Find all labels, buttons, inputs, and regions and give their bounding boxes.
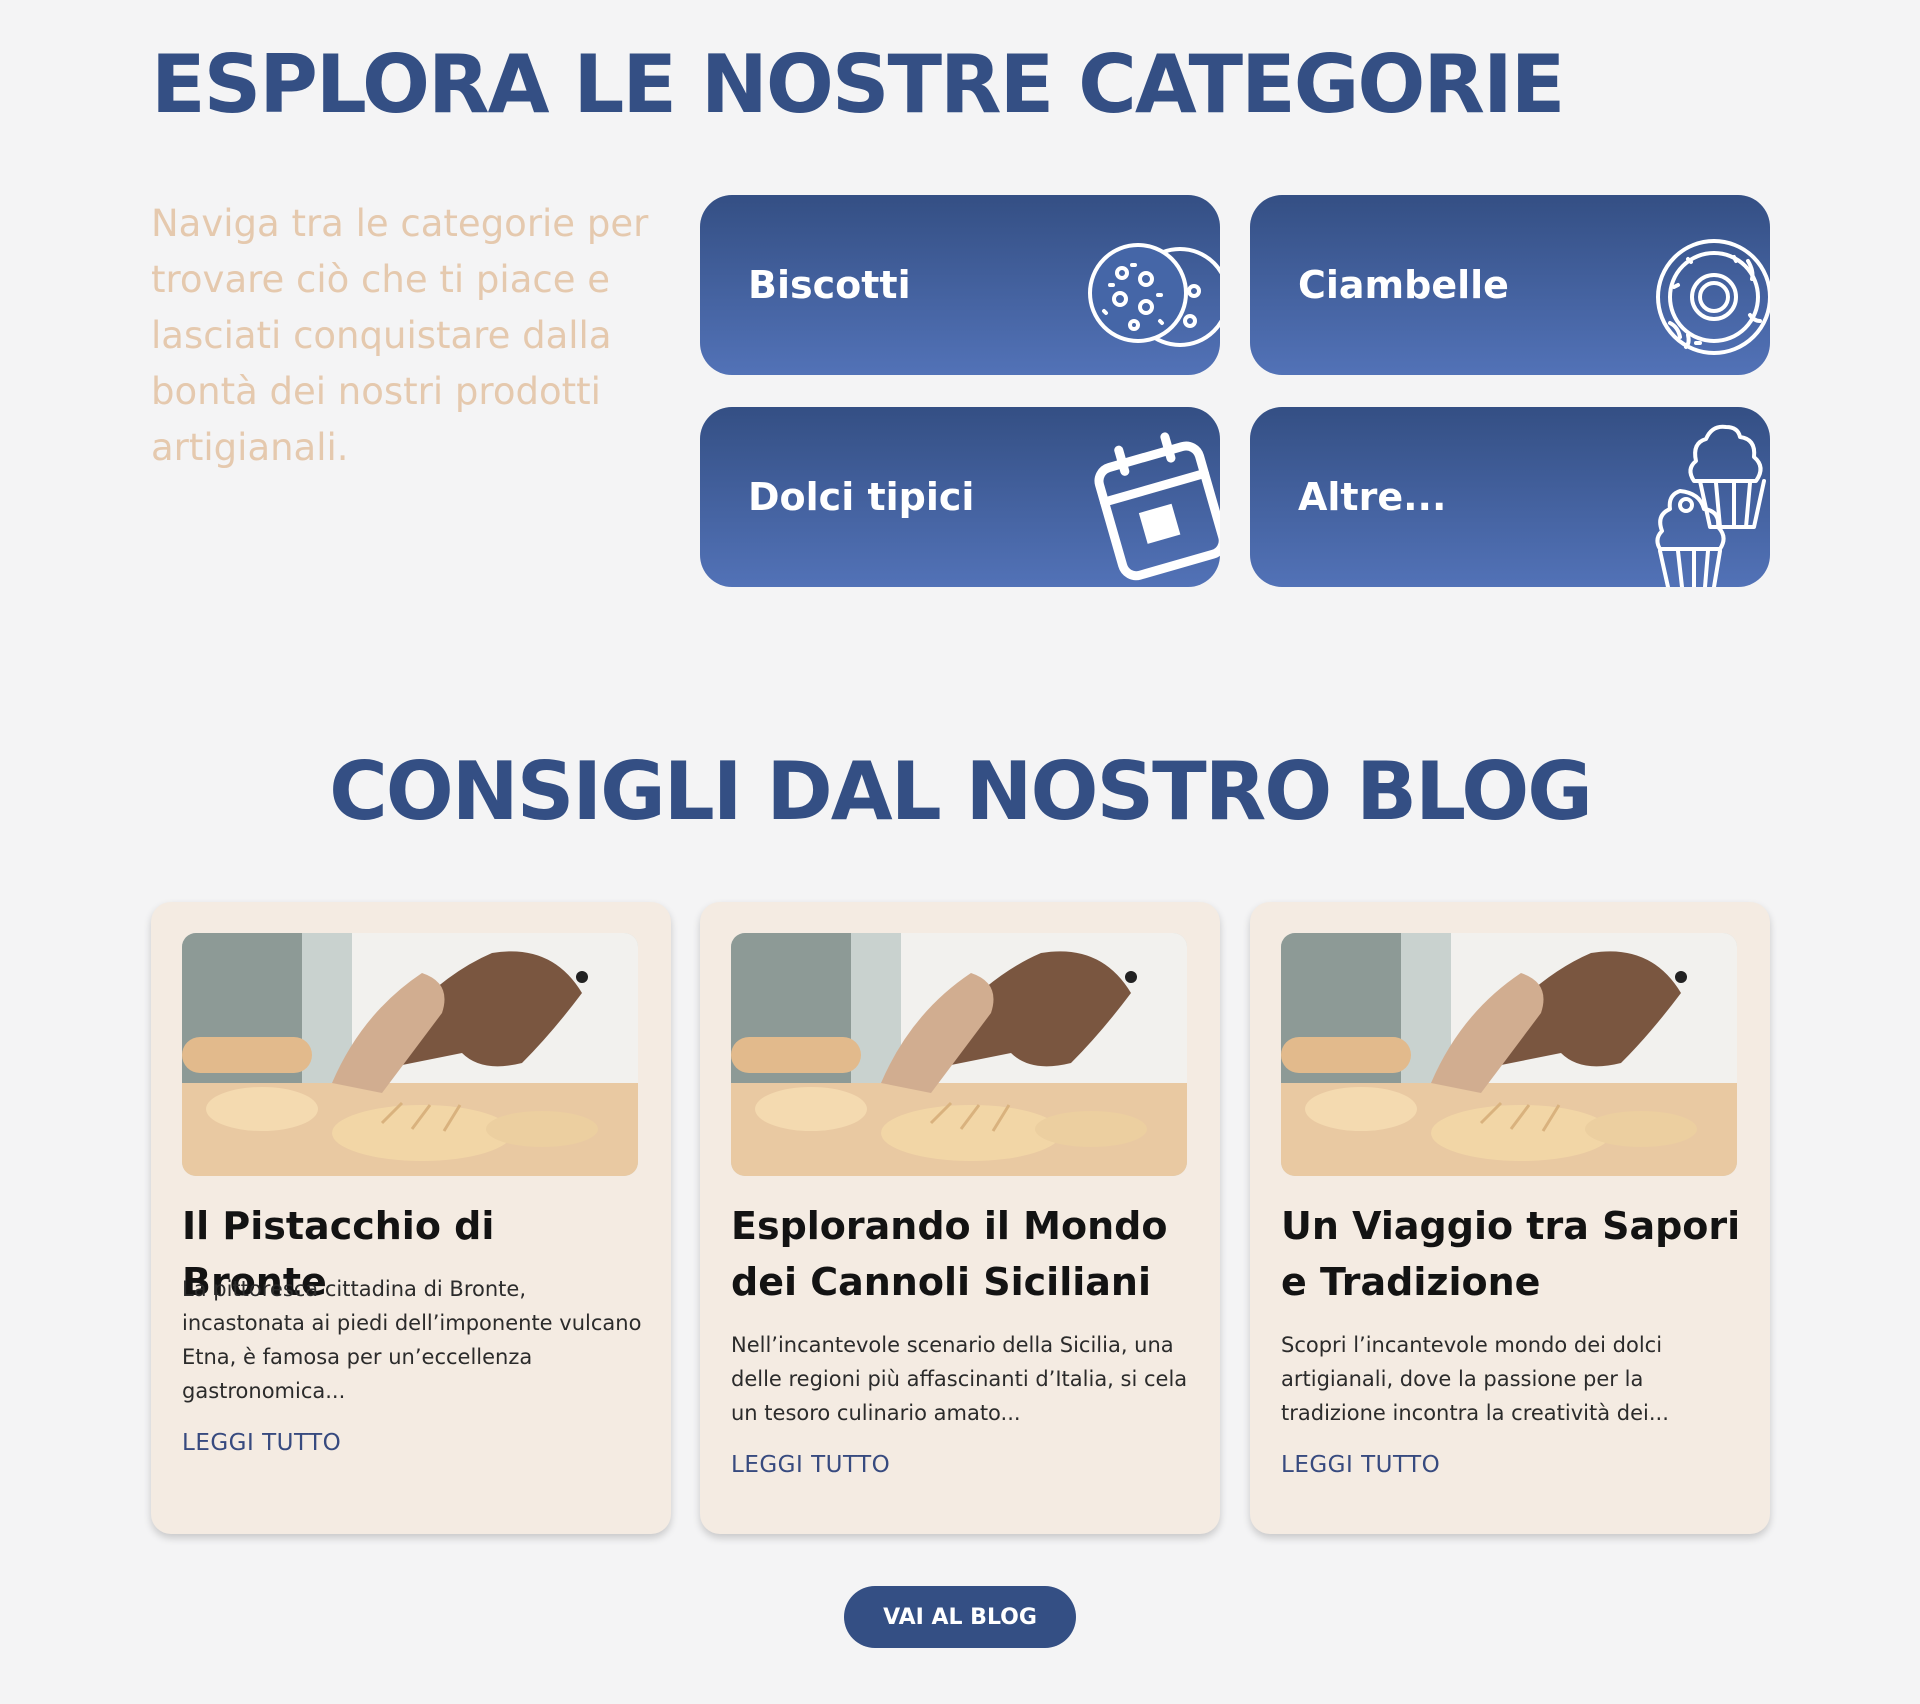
read-more-link[interactable]: LEGGI TUTTO [182, 1430, 341, 1456]
post-excerpt: Scopri l’incantevole mondo dei dolci art… [1281, 1333, 1669, 1425]
blog-post-card: Esplorando il Mondo dei Cannoli Sicilian… [700, 902, 1220, 1534]
blog-post-card: Il Pistacchio di Bronte La pittoresca ci… [151, 902, 671, 1534]
category-label: Biscotti [748, 263, 911, 307]
blog-post-card: Un Viaggio tra Sapori e Tradizione Scopr… [1250, 902, 1770, 1534]
category-card-altre[interactable]: Altre... [1250, 407, 1770, 587]
categories-title: ESPLORA LE NOSTRE CATEGORIE [151, 38, 1565, 131]
cookie-icon [1088, 243, 1220, 347]
post-title[interactable]: Un Viaggio tra Sapori e Tradizione [1281, 1198, 1751, 1310]
calendar-icon [1094, 432, 1220, 581]
read-more-link[interactable]: LEGGI TUTTO [1281, 1452, 1440, 1478]
category-label: Ciambelle [1298, 263, 1509, 307]
post-excerpt: La pittoresca cittadina di Bronte, incas… [182, 1277, 642, 1403]
category-label: Dolci tipici [748, 475, 975, 519]
blog-title: CONSIGLI DAL NOSTRO BLOG [329, 745, 1593, 838]
post-image[interactable] [182, 933, 638, 1176]
cupcake-icon [1655, 424, 1766, 587]
read-more-link[interactable]: LEGGI TUTTO [731, 1452, 890, 1478]
post-image[interactable] [731, 933, 1187, 1176]
category-label: Altre... [1298, 475, 1447, 519]
category-card-biscotti[interactable]: Biscotti [700, 195, 1220, 375]
categories-intro: Naviga tra le categorie per trovare ciò … [151, 202, 649, 469]
post-image[interactable] [1281, 933, 1737, 1176]
donut-icon [1656, 239, 1770, 355]
category-card-dolci-tipici[interactable]: Dolci tipici [700, 407, 1220, 587]
category-card-ciambelle[interactable]: Ciambelle [1250, 195, 1770, 375]
go-to-blog-button[interactable]: VAI AL BLOG [844, 1586, 1076, 1648]
post-excerpt: Nell’incantevole scenario della Sicilia,… [731, 1333, 1188, 1425]
post-title[interactable]: Esplorando il Mondo dei Cannoli Sicilian… [731, 1198, 1201, 1310]
